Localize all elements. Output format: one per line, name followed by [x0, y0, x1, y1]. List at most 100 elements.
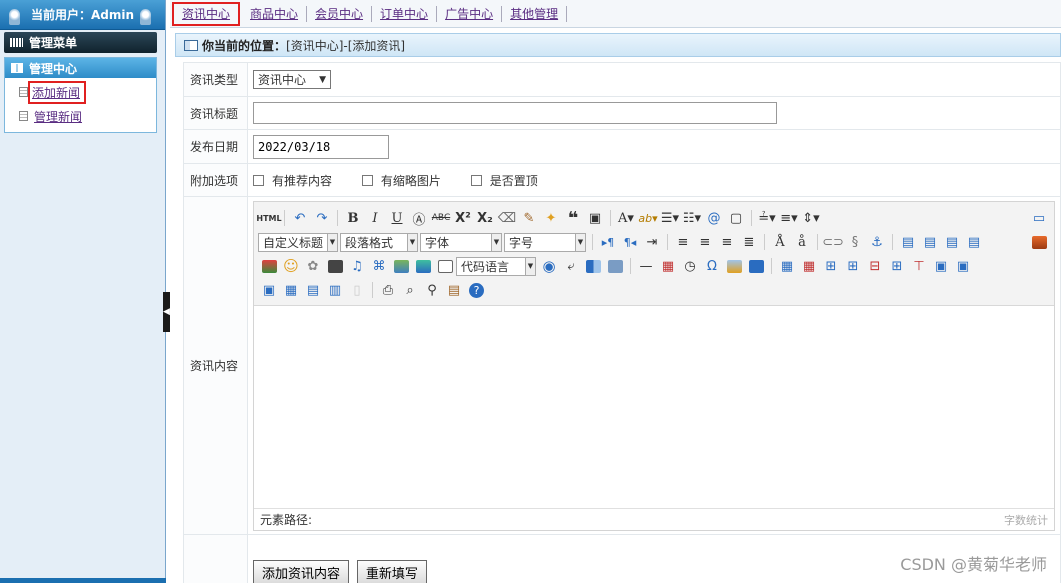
- align-justify-icon[interactable]: ≣: [738, 232, 760, 252]
- insert-col-icon[interactable]: ⊞: [886, 256, 908, 276]
- align-left-icon[interactable]: ≡: [672, 232, 694, 252]
- horizontal-rule-icon[interactable]: —: [635, 256, 657, 276]
- italic-icon[interactable]: I: [364, 208, 386, 228]
- special-char-icon[interactable]: Ω: [701, 256, 723, 276]
- auto-format-icon[interactable]: ✦: [540, 208, 562, 228]
- gmap-icon[interactable]: [412, 256, 434, 276]
- underline-icon[interactable]: U: [386, 208, 408, 228]
- lowercase-icon[interactable]: å: [791, 232, 813, 252]
- anchor-icon[interactable]: ⚓: [866, 232, 888, 252]
- ltr-icon[interactable]: ▸¶: [597, 232, 619, 252]
- title-input[interactable]: [253, 102, 777, 124]
- image-right-icon[interactable]: ▤: [941, 232, 963, 252]
- submit-news-button[interactable]: 添加资讯内容: [253, 560, 350, 583]
- image-none-icon[interactable]: ▤: [897, 232, 919, 252]
- link-icon[interactable]: ⊂⊃: [822, 232, 844, 252]
- date-icon[interactable]: ▦: [657, 256, 679, 276]
- split-rows-icon[interactable]: ▤: [302, 280, 324, 300]
- reset-button[interactable]: 重新填写: [356, 560, 427, 583]
- paragraph-format-select[interactable]: 段落格式 ▼: [340, 232, 418, 252]
- highlight-icon[interactable]: ab▾: [637, 208, 659, 228]
- uppercase-icon[interactable]: Å: [769, 232, 791, 252]
- date-input[interactable]: [253, 134, 389, 159]
- line-height-icon[interactable]: ⇕▾: [800, 208, 822, 228]
- split-cells-icon[interactable]: ▦: [280, 280, 302, 300]
- map-icon[interactable]: [390, 256, 412, 276]
- font-size-select[interactable]: 字号 ▼: [504, 232, 586, 252]
- select-all-icon[interactable]: @: [703, 208, 725, 228]
- page-break-icon[interactable]: ⤶: [560, 256, 582, 276]
- blockquote-icon[interactable]: ❝: [562, 208, 584, 229]
- tab-product-center[interactable]: 商品中心: [242, 5, 308, 22]
- merge-right-icon[interactable]: ▣: [952, 256, 974, 276]
- align-center-icon[interactable]: ≡: [694, 232, 716, 252]
- font-color-icon[interactable]: A▾: [615, 208, 637, 228]
- chart-icon[interactable]: ▯: [346, 280, 368, 300]
- subscript-icon[interactable]: X₂: [474, 208, 496, 228]
- snapscreen-icon[interactable]: [723, 256, 745, 276]
- background-icon[interactable]: [604, 256, 626, 276]
- paste-text-icon[interactable]: ▣: [584, 208, 606, 228]
- menu-group-header[interactable]: 管理中心: [5, 58, 156, 78]
- tab-order-center[interactable]: 订单中心: [372, 5, 438, 22]
- time-icon[interactable]: ◷: [679, 256, 701, 276]
- unordered-list-icon[interactable]: ☷▾: [681, 208, 703, 228]
- sidebar-item-manage-news[interactable]: 管理新闻: [5, 104, 156, 128]
- preview-icon[interactable]: ⌕: [399, 280, 421, 300]
- row-spacing-bottom-icon[interactable]: ≡▾: [778, 208, 800, 228]
- tab-news-center[interactable]: 资讯中心: [172, 1, 241, 26]
- fullscreen-icon[interactable]: ▭: [1028, 208, 1050, 228]
- multi-image-icon[interactable]: [258, 256, 280, 276]
- help-icon[interactable]: ?: [469, 282, 484, 298]
- insert-paragraph-before-table-icon[interactable]: ⊞: [820, 256, 842, 276]
- format-painter-icon[interactable]: ✎: [518, 208, 540, 228]
- music-icon[interactable]: ♫: [346, 256, 368, 276]
- superscript-icon[interactable]: X²: [452, 208, 474, 228]
- font-family-select[interactable]: 字体 ▼: [420, 232, 502, 252]
- tab-member-center[interactable]: 会员中心: [307, 5, 373, 22]
- category-select[interactable]: 资讯中心 ▼: [253, 70, 331, 89]
- image-center-icon[interactable]: ▤: [963, 232, 985, 252]
- thumbnail-checkbox[interactable]: 有缩略图片: [361, 172, 441, 189]
- delete-table-icon[interactable]: ▦: [798, 256, 820, 276]
- redo-icon[interactable]: ↷: [311, 208, 333, 228]
- insert-video-icon[interactable]: [324, 256, 346, 276]
- merge-down-icon[interactable]: ▣: [258, 280, 280, 300]
- indent-icon[interactable]: ⇥: [641, 232, 663, 252]
- clear-doc-icon[interactable]: ▢: [725, 208, 747, 228]
- code-language-select[interactable]: 代码语言 ▼: [456, 256, 536, 276]
- sidebar-item-add-news[interactable]: 添加新闻: [5, 80, 156, 104]
- split-cols-icon[interactable]: ▥: [324, 280, 346, 300]
- custom-title-select[interactable]: 自定义标题 ▼: [258, 232, 338, 252]
- attachment-icon[interactable]: ⌘: [368, 256, 390, 276]
- print-icon[interactable]: ⎙: [377, 280, 399, 300]
- insert-table-icon[interactable]: ▦: [776, 256, 798, 276]
- draft-icon[interactable]: ▤: [443, 280, 465, 300]
- html-source-button[interactable]: HTML: [256, 208, 281, 228]
- emotion-icon[interactable]: ☺: [280, 256, 302, 276]
- word-image-icon[interactable]: [745, 256, 767, 276]
- insert-row-icon[interactable]: ⊞: [842, 256, 864, 276]
- font-border-icon[interactable]: Ⓐ: [408, 208, 430, 228]
- tab-other-management[interactable]: 其他管理: [502, 5, 568, 22]
- align-right-icon[interactable]: ≡: [716, 232, 738, 252]
- unlink-icon[interactable]: §: [844, 232, 866, 252]
- recommend-checkbox[interactable]: 有推荐内容: [253, 172, 332, 189]
- editor-content-area[interactable]: [254, 306, 1054, 506]
- web-image-icon[interactable]: ◉: [538, 256, 560, 276]
- eraser-icon[interactable]: ⌫: [496, 208, 518, 228]
- tab-ad-center[interactable]: 广告中心: [437, 5, 503, 22]
- scrawl-icon[interactable]: ✿: [302, 256, 324, 276]
- undo-icon[interactable]: ↶: [289, 208, 311, 228]
- bold-icon[interactable]: B: [342, 208, 364, 228]
- insert-frame-icon[interactable]: [434, 256, 456, 276]
- insert-image-icon[interactable]: [1028, 232, 1050, 252]
- strikethrough-icon[interactable]: ABC: [430, 208, 452, 228]
- image-left-icon[interactable]: ▤: [919, 232, 941, 252]
- ordered-list-icon[interactable]: ☰▾: [659, 208, 681, 228]
- collapse-handle[interactable]: ◀: [163, 292, 170, 332]
- row-spacing-top-icon[interactable]: ≟▾: [756, 208, 778, 228]
- pin-top-checkbox[interactable]: 是否置顶: [470, 172, 538, 189]
- delete-row-icon[interactable]: ⊟: [864, 256, 886, 276]
- search-replace-icon[interactable]: ⚲: [421, 280, 443, 300]
